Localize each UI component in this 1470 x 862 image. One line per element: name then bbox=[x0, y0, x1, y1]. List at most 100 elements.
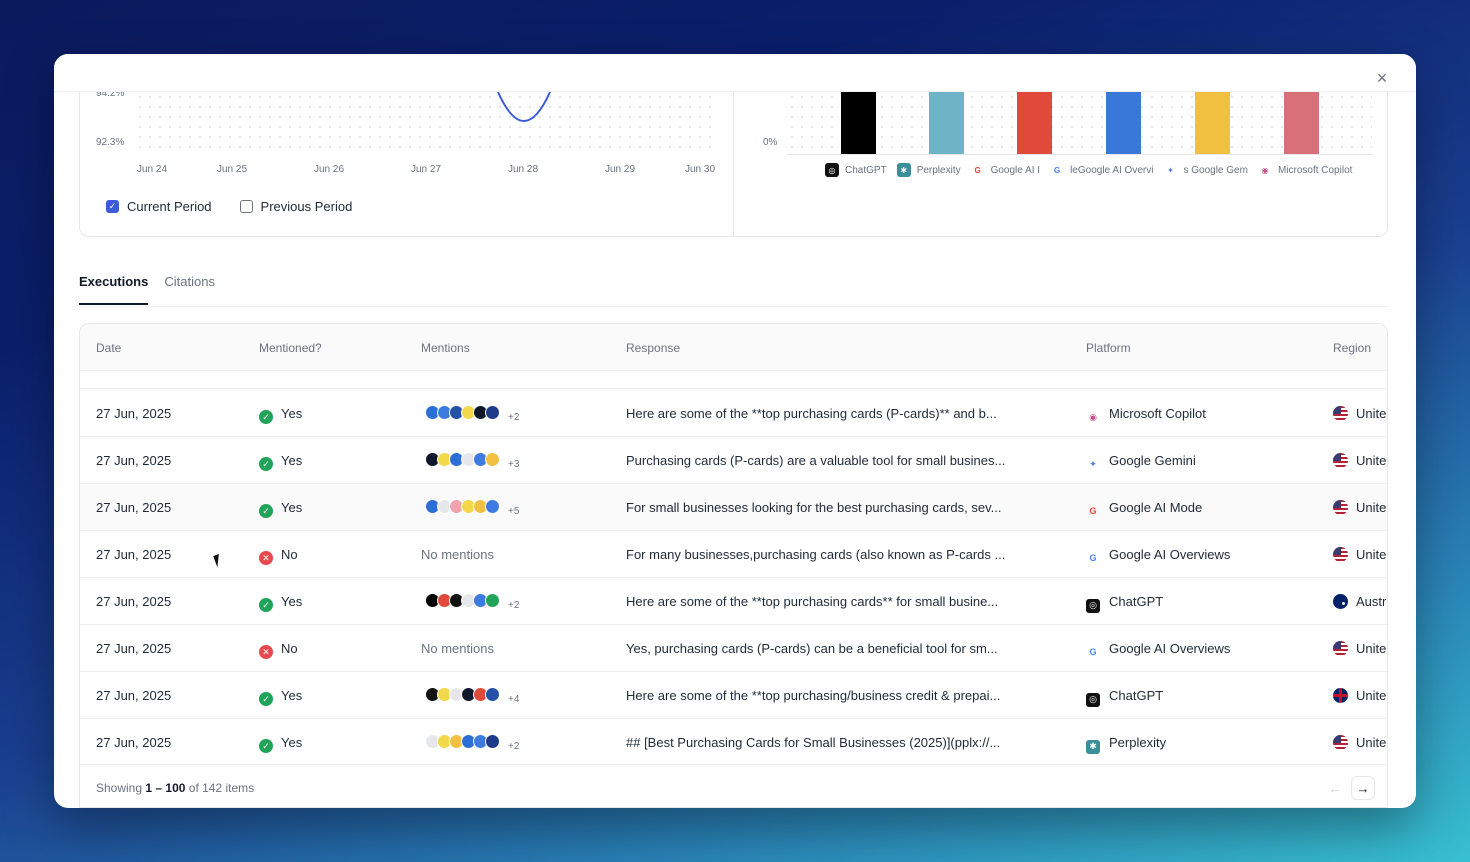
tab-divider bbox=[79, 306, 1388, 307]
current-period-toggle[interactable]: ✓ Current Period bbox=[106, 199, 212, 214]
col-response[interactable]: Response bbox=[626, 341, 680, 355]
region-cell: Unite bbox=[1333, 500, 1386, 515]
region-cell: Unite bbox=[1333, 547, 1386, 562]
google-icon: G bbox=[1089, 553, 1097, 563]
region-cell: Unite bbox=[1333, 735, 1386, 750]
next-page-button[interactable]: → bbox=[1351, 776, 1375, 800]
col-platform[interactable]: Platform bbox=[1086, 341, 1131, 355]
legend-google-ai-mode[interactable]: G Google AI I bbox=[970, 163, 1040, 177]
region-name: Unite bbox=[1356, 547, 1387, 562]
mentions-cell[interactable]: +2 bbox=[425, 593, 519, 611]
col-mentioned[interactable]: Mentioned? bbox=[259, 341, 322, 355]
col-date[interactable]: Date bbox=[96, 341, 121, 355]
col-mentions[interactable]: Mentions bbox=[421, 341, 470, 355]
legend-label: s Google Gem bbox=[1183, 164, 1248, 176]
mentions-cell[interactable]: +3 bbox=[425, 452, 519, 470]
us-flag-icon bbox=[1333, 453, 1348, 468]
region-name: Austr bbox=[1356, 594, 1387, 609]
region-name: Unite bbox=[1356, 406, 1387, 421]
x-circle-icon: ✕ bbox=[259, 551, 273, 565]
table-row[interactable]: 27 Jun, 2025 ✓ Yes +2 Here are some of th… bbox=[80, 578, 1387, 625]
mentioned-cell: ✓ Yes bbox=[259, 406, 302, 424]
response-cell[interactable]: For many businesses,purchasing cards (al… bbox=[626, 547, 1005, 562]
mentioned-value: No bbox=[281, 547, 298, 562]
tab-citations[interactable]: Citations bbox=[164, 274, 215, 305]
table-row[interactable]: 27 Jun, 2025 ✓ Yes +3 Purchasing cards (P… bbox=[80, 437, 1387, 484]
google-icon: G bbox=[1089, 506, 1097, 516]
previous-period-toggle[interactable]: Previous Period bbox=[239, 199, 353, 214]
mentioned-value: No bbox=[281, 641, 298, 656]
bar-google-ai-mode[interactable] bbox=[1017, 92, 1052, 154]
table-row-partial bbox=[80, 371, 1387, 389]
mentions-cell[interactable]: +4 bbox=[425, 687, 519, 705]
legend-perplexity[interactable]: ✱ Perplexity bbox=[896, 163, 961, 177]
previous-period-label: Previous Period bbox=[260, 199, 353, 214]
mentions-cell[interactable]: +2 bbox=[425, 734, 519, 752]
us-flag-icon bbox=[1333, 406, 1348, 421]
perplexity-icon: ✱ bbox=[1086, 739, 1100, 754]
mentioned-cell: ✓ Yes bbox=[259, 500, 302, 518]
response-cell[interactable]: ## [Best Purchasing Cards for Small Busi… bbox=[626, 735, 1000, 750]
col-region[interactable]: Region bbox=[1333, 341, 1371, 355]
response-cell[interactable]: Here are some of the **top purchasing/bu… bbox=[626, 688, 1000, 703]
region-name: Unite bbox=[1356, 500, 1387, 515]
region-cell: Unite bbox=[1333, 641, 1386, 656]
brand-logos bbox=[425, 734, 500, 749]
mentions-extra-count: +3 bbox=[508, 459, 520, 470]
table-row[interactable]: 27 Jun, 2025 ✓ Yes +4 Here are some of th… bbox=[80, 672, 1387, 719]
platform-name: Google AI Overviews bbox=[1109, 641, 1231, 656]
x-tick: Jun 28 bbox=[508, 164, 539, 175]
table-row[interactable]: 27 Jun, 2025 ✓ Yes +2 Here are some of th… bbox=[80, 390, 1387, 437]
platform-cell: G Google AI Overviews bbox=[1086, 641, 1230, 659]
legend-google-ai-overviews[interactable]: GleGoogle AI Overvi bbox=[1050, 163, 1153, 177]
tab-executions[interactable]: Executions bbox=[79, 274, 149, 305]
close-icon[interactable]: × bbox=[1368, 64, 1396, 92]
brand-logos bbox=[425, 405, 500, 420]
region-name: Unite bbox=[1356, 453, 1387, 468]
mentions-extra-count: +5 bbox=[508, 506, 520, 517]
prev-page-button[interactable]: ← bbox=[1323, 776, 1347, 800]
legend-microsoft-copilot[interactable]: ◉ Microsoft Copilot bbox=[1257, 163, 1352, 177]
gemini-icon: ✦ bbox=[1163, 163, 1178, 177]
region-cell: Unite bbox=[1333, 406, 1386, 421]
bar-chatgpt[interactable] bbox=[841, 92, 876, 154]
region-name: Unite bbox=[1356, 641, 1387, 656]
bar-microsoft-copilot[interactable] bbox=[1284, 92, 1319, 154]
table-header: Date Mentioned? Mentions Response Platfo… bbox=[80, 324, 1387, 371]
response-cell[interactable]: Here are some of the **top purchasing ca… bbox=[626, 594, 998, 609]
table-row[interactable]: 27 Jun, 2025 ✕ No No mentions Yes, purcha… bbox=[80, 625, 1387, 672]
legend-chatgpt[interactable]: ◎ ChatGPT bbox=[825, 163, 887, 177]
bar-google-gemini[interactable] bbox=[1195, 92, 1230, 154]
checkbox-unchecked-icon[interactable] bbox=[239, 200, 253, 213]
check-circle-icon: ✓ bbox=[259, 692, 273, 706]
dialog-header bbox=[54, 54, 1416, 92]
mentioned-value: Yes bbox=[281, 735, 303, 750]
response-cell[interactable]: Here are some of the **top purchasing ca… bbox=[626, 406, 997, 421]
brand-logos bbox=[425, 499, 500, 514]
table-row[interactable]: 27 Jun, 2025 ✓ Yes +5 For small businesse… bbox=[80, 484, 1387, 531]
perplexity-icon: ✱ bbox=[896, 163, 911, 177]
table-row[interactable]: 27 Jun, 2025 ✕ No No mentions For many bu… bbox=[80, 531, 1387, 578]
mentioned-value: Yes bbox=[281, 500, 303, 515]
response-cell[interactable]: Yes, purchasing cards (P-cards) can be a… bbox=[626, 641, 998, 656]
x-tick: Jun 24 bbox=[137, 164, 168, 175]
platform-cell: G Google AI Mode bbox=[1086, 500, 1202, 518]
checkbox-checked-icon[interactable]: ✓ bbox=[106, 200, 119, 213]
x-tick: Jun 27 bbox=[411, 164, 442, 175]
check-circle-icon: ✓ bbox=[259, 504, 273, 518]
response-cell[interactable]: Purchasing cards (P-cards) are a valuabl… bbox=[626, 453, 1005, 468]
legend-google-gemini[interactable]: ✦ s Google Gem bbox=[1163, 163, 1248, 177]
legend-label: Perplexity bbox=[916, 164, 961, 176]
response-cell[interactable]: For small businesses looking for the bes… bbox=[626, 500, 1002, 515]
google-icon: G bbox=[1050, 163, 1065, 177]
mentions-cell[interactable]: +2 bbox=[425, 405, 519, 423]
date-cell: 27 Jun, 2025 bbox=[96, 594, 172, 609]
mentions-cell[interactable]: +5 bbox=[425, 499, 519, 517]
table-row[interactable]: 27 Jun, 2025 ✓ Yes +2 ## [Best Purchasing… bbox=[80, 719, 1387, 766]
date-cell: 27 Jun, 2025 bbox=[96, 641, 172, 656]
platform-cell: G Google AI Overviews bbox=[1086, 547, 1230, 565]
bar-google-ai-overviews[interactable] bbox=[1106, 92, 1141, 154]
platform-name: ChatGPT bbox=[1109, 688, 1164, 703]
bar-perplexity[interactable] bbox=[929, 92, 964, 154]
legend-label: ChatGPT bbox=[845, 164, 887, 176]
